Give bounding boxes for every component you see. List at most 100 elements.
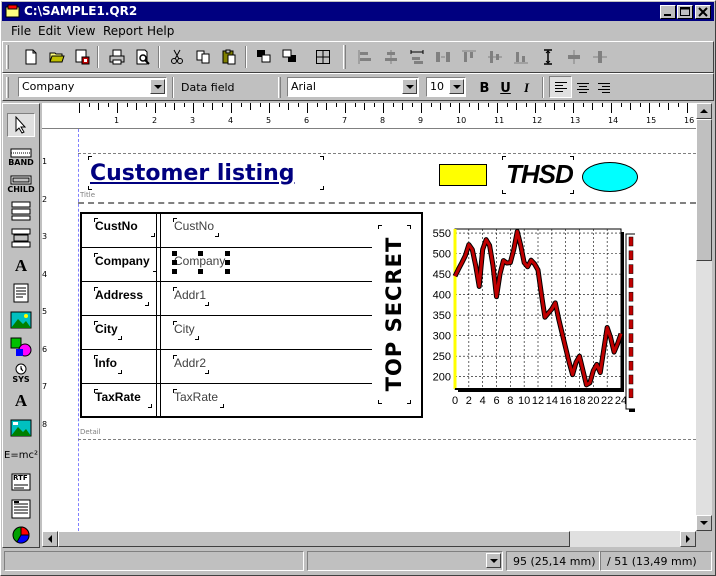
label-company[interactable]: Company [95, 254, 150, 268]
image-tool[interactable] [7, 308, 35, 332]
ruler-tick [497, 103, 498, 113]
field-combo[interactable]: Company [18, 77, 167, 97]
center-vertically-button[interactable] [588, 46, 611, 68]
open-button[interactable] [45, 46, 68, 68]
bold-button[interactable]: B [473, 77, 496, 99]
resize-handle[interactable] [198, 251, 203, 256]
vertical-scrollbar[interactable] [696, 103, 712, 531]
cyan-ellipse-shape[interactable] [582, 162, 638, 192]
save-button[interactable] [70, 46, 93, 68]
resize-handle[interactable] [225, 269, 230, 274]
resize-handle[interactable] [225, 260, 230, 265]
chevron-down-icon[interactable] [150, 79, 165, 94]
center-horizontally-button[interactable] [562, 46, 585, 68]
align-right-edges-button[interactable] [405, 46, 428, 68]
label-info[interactable]: Info [95, 356, 117, 370]
toolbar-grip[interactable] [6, 77, 9, 98]
toolbar-grip[interactable] [6, 45, 9, 69]
font-combo[interactable]: Arial [287, 77, 419, 97]
scroll-right-button[interactable] [680, 531, 696, 547]
group-band-tool[interactable] [7, 226, 35, 250]
chevron-down-icon[interactable] [402, 79, 417, 94]
horizontal-scroll-thumb[interactable] [58, 531, 570, 547]
db-rich-text-tool[interactable] [7, 497, 35, 521]
chart-tool[interactable] [7, 523, 35, 547]
align-text-center-button[interactable] [571, 77, 594, 99]
cut-button[interactable] [165, 46, 188, 68]
field-company[interactable]: Company [174, 254, 225, 268]
line-chart[interactable]: 5505004504003503002502000 2 4 6 8 10 12 14 16 18 2… [425, 219, 635, 419]
field-addr1[interactable]: Addr1 [174, 288, 206, 302]
child-band-tool[interactable]: CHILD [7, 172, 35, 196]
close-button[interactable] [695, 5, 711, 19]
memo-tool[interactable] [7, 281, 35, 305]
report-title[interactable]: Customer listing [90, 161, 295, 186]
logo-image[interactable]: THSD [504, 159, 574, 193]
toolbar-grip[interactable] [278, 77, 281, 98]
pointer-tool[interactable] [7, 113, 35, 137]
expression-tool[interactable]: E=mc² [4, 443, 38, 467]
scroll-down-button[interactable] [696, 515, 712, 531]
db-image-tool[interactable] [7, 416, 35, 440]
align-text-left-button[interactable] [549, 76, 572, 98]
horizontal-scrollbar[interactable] [42, 531, 696, 547]
label-tool[interactable]: A [7, 254, 35, 278]
field-addr2[interactable]: Addr2 [174, 356, 206, 370]
menu-file[interactable]: File [11, 24, 31, 38]
font-size-combo[interactable]: 10 [426, 77, 466, 97]
grid-button[interactable] [311, 46, 334, 68]
field-city[interactable]: City [174, 322, 195, 336]
menu-view[interactable]: View [67, 24, 95, 38]
minimize-button[interactable] [660, 5, 676, 19]
send-to-back-button[interactable] [278, 46, 301, 68]
scroll-left-button[interactable] [42, 531, 58, 547]
title-bar[interactable]: C:\SAMPLE1.QR2 [2, 2, 714, 21]
print-preview-button[interactable] [131, 46, 154, 68]
vertical-scroll-thumb[interactable] [696, 119, 712, 261]
print-button[interactable] [105, 46, 128, 68]
align-top-button[interactable] [457, 46, 480, 68]
db-text-tool[interactable]: A [7, 389, 35, 413]
new-button[interactable] [19, 46, 42, 68]
shape-tool[interactable] [7, 335, 35, 359]
resize-handle[interactable] [225, 251, 230, 256]
align-center-button[interactable] [379, 46, 402, 68]
top-secret-stamp[interactable]: TOP SECRET [378, 225, 412, 405]
yellow-rectangle-shape[interactable] [439, 164, 487, 186]
resize-handle[interactable] [172, 260, 177, 265]
maximize-button[interactable] [677, 5, 693, 19]
band-tool[interactable]: BAND [7, 145, 35, 169]
field-custno[interactable]: CustNo [174, 219, 214, 233]
chevron-down-icon[interactable] [449, 79, 464, 94]
label-city[interactable]: City [95, 322, 118, 336]
toolbar-grip[interactable] [343, 45, 346, 69]
resize-handle[interactable] [172, 269, 177, 274]
align-left-edges-button[interactable] [353, 46, 376, 68]
system-data-tool[interactable]: SYS [7, 361, 35, 385]
resize-handle[interactable] [172, 251, 177, 256]
menu-report[interactable]: Report [103, 24, 143, 38]
chevron-down-icon[interactable] [486, 553, 501, 568]
field-taxrate[interactable]: TaxRate [174, 390, 218, 404]
report-design-area[interactable]: 12345678 Title Customer listing THSD Det… [42, 129, 696, 531]
status-combo[interactable] [307, 551, 503, 571]
space-horizontally-button[interactable] [431, 46, 454, 68]
label-taxrate[interactable]: TaxRate [95, 390, 141, 404]
resize-handle[interactable] [198, 269, 203, 274]
italic-button[interactable]: I [515, 77, 538, 99]
paste-button[interactable] [217, 46, 240, 68]
underline-button[interactable]: U [494, 77, 517, 99]
align-bottom-button[interactable] [509, 46, 532, 68]
scroll-up-button[interactable] [696, 103, 712, 119]
bring-to-front-button[interactable] [252, 46, 275, 68]
menu-help[interactable]: Help [147, 24, 174, 38]
menu-edit[interactable]: Edit [38, 24, 61, 38]
align-middle-button[interactable] [483, 46, 506, 68]
copy-button[interactable] [191, 46, 214, 68]
label-address[interactable]: Address [95, 288, 143, 302]
label-custno[interactable]: CustNo [95, 219, 138, 233]
subdetail-tool[interactable] [7, 199, 35, 223]
space-vertically-button[interactable] [536, 46, 559, 68]
rich-text-tool[interactable]: RTF [7, 470, 35, 494]
align-text-right-button[interactable] [592, 77, 615, 99]
